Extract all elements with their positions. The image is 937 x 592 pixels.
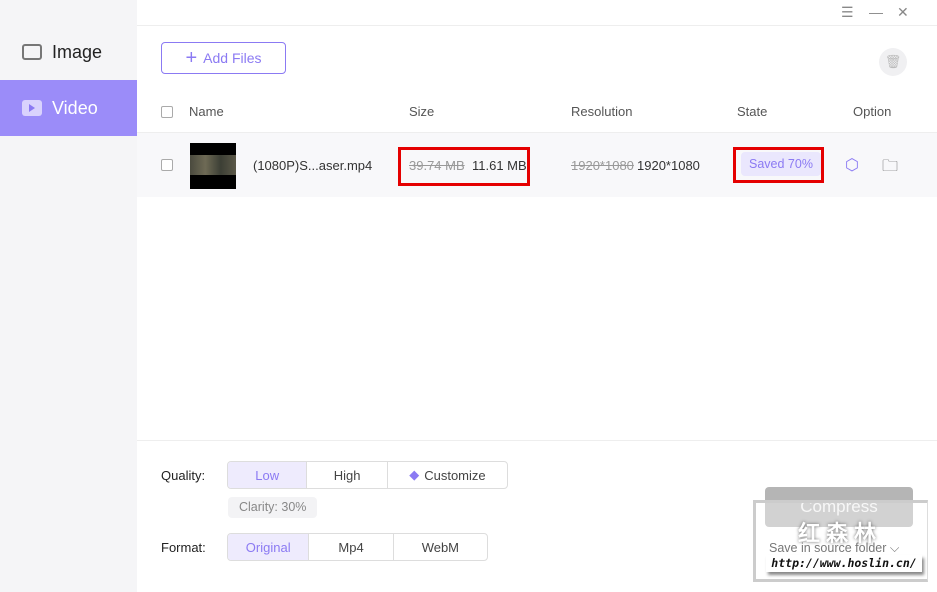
customize-label: Customize: [424, 467, 486, 483]
header-resolution: Resolution: [571, 104, 633, 119]
original-resolution: 1920*1080: [571, 158, 634, 173]
quality-low[interactable]: Low: [228, 462, 308, 488]
header-state: State: [737, 104, 768, 119]
format-selector: Original Mp4 WebM: [227, 533, 488, 561]
header-option: Option: [853, 104, 892, 119]
diamond-icon: ◆: [409, 467, 420, 482]
sidebar-item-video[interactable]: Video: [0, 80, 137, 136]
open-folder-icon[interactable]: 🗀: [882, 155, 898, 182]
settings-divider: [137, 440, 937, 441]
add-files-button[interactable]: + Add Files: [161, 42, 286, 74]
quality-label: Quality:: [161, 468, 206, 483]
quality-high[interactable]: High: [307, 462, 388, 488]
file-name: (1080P)S...aser.mp4: [253, 158, 373, 173]
original-size: 39.74 MB: [409, 158, 465, 173]
clarity-badge: Clarity: 30%: [228, 497, 318, 518]
minimize-icon[interactable]: —: [869, 4, 883, 20]
table-row: (1080P)S...aser.mp4 39.74 MB 11.61 MB 19…: [137, 132, 937, 197]
image-icon: [22, 44, 42, 60]
sidebar-item-image[interactable]: Image: [0, 24, 137, 80]
row-checkbox[interactable]: [161, 159, 173, 171]
header-name: Name: [189, 104, 224, 119]
save-location-label: Save in source folder: [769, 541, 887, 555]
header-size: Size: [409, 104, 435, 119]
compressed-size: 11.61 MB: [472, 158, 527, 173]
sidebar: Image Video: [0, 0, 137, 592]
title-bar: ☰ — ✕: [137, 0, 937, 26]
new-resolution: 1920*1080: [637, 158, 700, 173]
plus-icon: +: [185, 46, 198, 69]
chevron-down-icon: ⌵: [889, 541, 900, 555]
quality-customize[interactable]: ◆ Customize: [388, 462, 507, 488]
watermark-url: http://www.hoslin.cn/: [766, 555, 922, 572]
quality-selector: Low High ◆ Customize: [227, 461, 508, 489]
save-location-dropdown[interactable]: Save in source folder ⌵: [769, 541, 899, 556]
format-label: Format:: [161, 540, 206, 555]
settings-hexagon-icon[interactable]: ⬡: [845, 155, 859, 175]
format-webm[interactable]: WebM: [394, 534, 487, 560]
select-all-checkbox[interactable]: [161, 106, 173, 118]
format-mp4[interactable]: Mp4: [309, 534, 394, 560]
sidebar-item-label: Video: [52, 97, 98, 118]
menu-icon[interactable]: ☰: [841, 4, 854, 21]
sidebar-item-label: Image: [52, 41, 103, 62]
format-original[interactable]: Original: [228, 534, 310, 560]
video-icon: [22, 100, 42, 116]
video-thumbnail: [190, 143, 236, 189]
trash-icon[interactable]: 🗑: [879, 48, 907, 76]
close-icon[interactable]: ✕: [897, 4, 909, 21]
add-files-label: Add Files: [203, 50, 262, 66]
state-badge: Saved 70%: [741, 152, 821, 176]
